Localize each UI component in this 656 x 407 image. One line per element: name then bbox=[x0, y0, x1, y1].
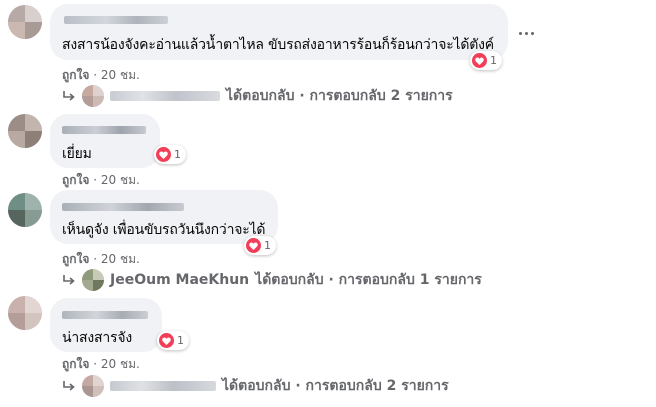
avatar[interactable] bbox=[8, 193, 42, 227]
avatar[interactable] bbox=[8, 114, 42, 148]
comment-meta: ถูกใจ · 20 ชม. bbox=[62, 357, 140, 371]
commenter-name[interactable] bbox=[62, 203, 184, 211]
comment-text: เห็นดูจัง เพื่อนขับรถวันนึงกว่าจะได้ bbox=[62, 222, 266, 238]
avatar[interactable] bbox=[8, 5, 42, 39]
heart-icon bbox=[246, 238, 261, 253]
reply-summary: ได้ตอบกลับ · การตอบกลับ 1 รายการ bbox=[255, 272, 482, 288]
more-options-icon[interactable] bbox=[519, 32, 534, 35]
timestamp[interactable]: 20 ชม. bbox=[101, 252, 140, 266]
reaction-badge[interactable]: 1 bbox=[244, 236, 276, 255]
reaction-count: 1 bbox=[177, 334, 184, 347]
like-link[interactable]: ถูกใจ bbox=[62, 252, 89, 266]
comment-meta: ถูกใจ · 20 ชม. bbox=[62, 68, 140, 82]
like-link[interactable]: ถูกใจ bbox=[62, 357, 89, 371]
replier-name[interactable]: JeeOum MaeKhun bbox=[110, 272, 249, 288]
avatar bbox=[82, 85, 104, 107]
comment-bubble: น่าสงสารจัง bbox=[50, 298, 162, 352]
replier-name bbox=[110, 381, 216, 391]
commenter-name[interactable] bbox=[64, 16, 168, 24]
timestamp[interactable]: 20 ชม. bbox=[101, 173, 140, 187]
replier-name bbox=[110, 91, 220, 101]
reaction-count: 1 bbox=[174, 148, 181, 161]
comment-text: เยี่ยม bbox=[62, 146, 92, 162]
replies-link[interactable]: ได้ตอบกลับ · การตอบกลับ 2 รายการ bbox=[62, 375, 449, 397]
replies-link[interactable]: JeeOum MaeKhun ได้ตอบกลับ · การตอบกลับ 1… bbox=[62, 269, 482, 291]
heart-icon bbox=[156, 147, 171, 162]
avatar[interactable] bbox=[8, 296, 42, 330]
reply-summary: ได้ตอบกลับ · การตอบกลับ 2 รายการ bbox=[222, 378, 449, 394]
reaction-badge[interactable]: 1 bbox=[154, 145, 186, 164]
reply-arrow-icon bbox=[63, 381, 75, 391]
commenter-name[interactable] bbox=[62, 126, 146, 134]
heart-icon bbox=[159, 333, 174, 348]
comment-bubble: เห็นดูจัง เพื่อนขับรถวันนึงกว่าจะได้ bbox=[50, 190, 278, 244]
avatar bbox=[82, 375, 104, 397]
reaction-count: 1 bbox=[490, 54, 497, 67]
reaction-badge[interactable]: 1 bbox=[157, 331, 189, 350]
reply-arrow-icon bbox=[63, 275, 75, 285]
timestamp[interactable]: 20 ชม. bbox=[101, 68, 140, 82]
comment-bubble: สงสารน้องจังคะอ่านแล้วน้ำตาไหล ขับรถส่งอ… bbox=[50, 4, 508, 60]
reply-summary: ได้ตอบกลับ · การตอบกลับ 2 รายการ bbox=[226, 88, 453, 104]
timestamp[interactable]: 20 ชม. bbox=[101, 357, 140, 371]
comment-meta: ถูกใจ · 20 ชม. bbox=[62, 173, 140, 187]
replies-link[interactable]: ได้ตอบกลับ · การตอบกลับ 2 รายการ bbox=[62, 85, 453, 107]
comment-meta: ถูกใจ · 20 ชม. bbox=[62, 252, 140, 266]
avatar bbox=[82, 269, 104, 291]
reaction-badge[interactable]: 1 bbox=[470, 51, 502, 70]
reaction-count: 1 bbox=[264, 239, 271, 252]
comment-text: น่าสงสารจัง bbox=[62, 330, 132, 346]
heart-icon bbox=[472, 53, 487, 68]
comment-bubble: เยี่ยม bbox=[50, 114, 160, 168]
like-link[interactable]: ถูกใจ bbox=[62, 68, 89, 82]
like-link[interactable]: ถูกใจ bbox=[62, 173, 89, 187]
commenter-name[interactable] bbox=[62, 311, 148, 319]
reply-arrow-icon bbox=[63, 91, 75, 101]
comment-text: สงสารน้องจังคะอ่านแล้วน้ำตาไหล ขับรถส่งอ… bbox=[62, 37, 494, 53]
